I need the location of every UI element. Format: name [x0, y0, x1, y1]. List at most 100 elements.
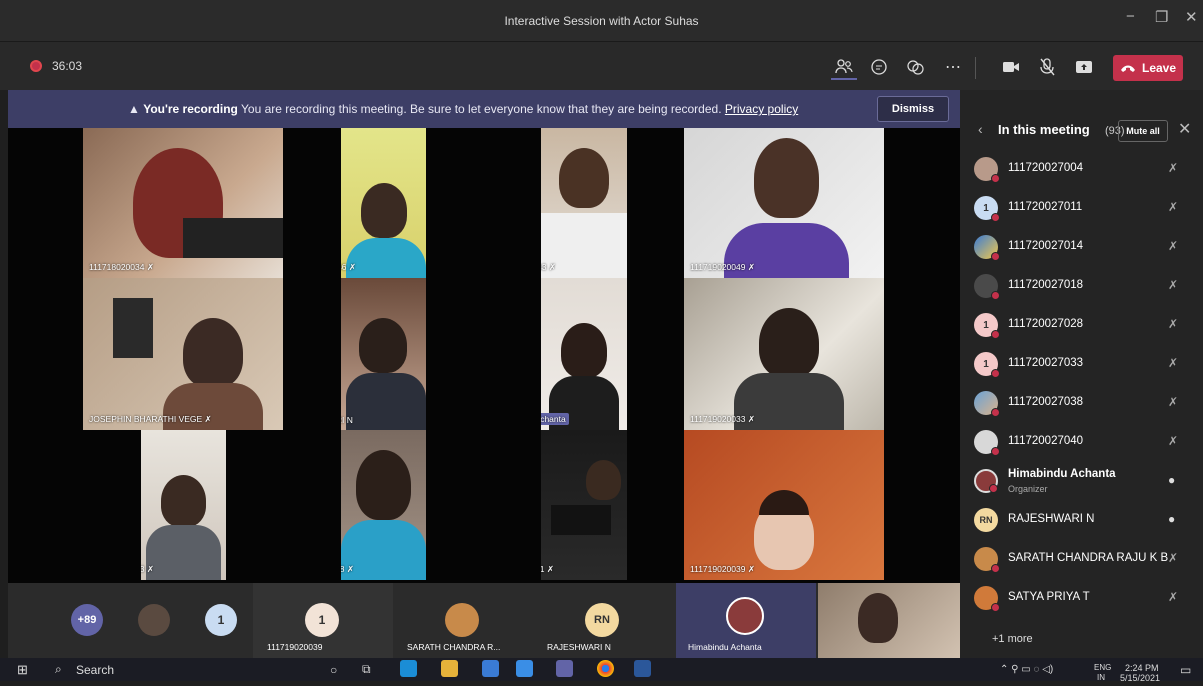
- video-tile[interactable]: 111720020038 ✗: [341, 430, 426, 580]
- overflow-count[interactable]: +89: [71, 604, 103, 636]
- video-tile[interactable]: 111719020021 ✗: [541, 430, 627, 580]
- tile-label: 111720020046 ✗: [341, 262, 356, 272]
- participant-name: 111720027018: [1008, 279, 1084, 291]
- participant-strip: +89 1 1 111719020039 SARATH CHANDRA R...…: [8, 583, 960, 658]
- avatar: [974, 391, 1000, 417]
- strip-label: RAJESHWARI N: [547, 642, 611, 652]
- participants-panel: ‹ In this meeting (93) Mute all ✕ 111720…: [960, 90, 1203, 658]
- participant-row[interactable]: 111720027038 ✗: [960, 385, 1203, 424]
- cortana-icon[interactable]: ○: [330, 661, 337, 678]
- mic-muted-icon: ✗: [1168, 317, 1179, 331]
- video-tile[interactable]: 111719020049 ✗: [684, 128, 884, 278]
- camera-icon[interactable]: [998, 54, 1024, 80]
- participant-row[interactable]: 1 111720027033 ✗: [960, 346, 1203, 385]
- video-tile[interactable]: 111719020039 ✗: [684, 430, 884, 580]
- chat-icon[interactable]: [866, 54, 892, 80]
- avatar: [974, 157, 1000, 183]
- notifications-icon[interactable]: ▭: [1180, 661, 1191, 678]
- participant-row[interactable]: 111720027040 ✗: [960, 424, 1203, 463]
- avatar: [974, 469, 998, 493]
- mail-icon[interactable]: [516, 660, 533, 677]
- participant-name: 111720027014: [1008, 240, 1084, 252]
- avatar[interactable]: 1: [205, 604, 237, 636]
- taskbar-search[interactable]: Search: [76, 661, 114, 678]
- tile-label: 111720020043 ✗: [541, 262, 556, 272]
- video-tile[interactable]: 111719020023 ✗: [141, 430, 226, 580]
- maximize-button[interactable]: ❐: [1155, 8, 1168, 26]
- mute-all-button[interactable]: Mute all: [1118, 120, 1168, 142]
- back-chevron-icon[interactable]: ‹: [978, 121, 983, 137]
- window-title: Interactive Session with Actor Suhas: [504, 14, 699, 28]
- participant-row[interactable]: 111720027014 ✗: [960, 229, 1203, 268]
- recording-text: You are recording this meeting. Be sure …: [241, 102, 722, 116]
- video-tile[interactable]: JOSEPHIN BHARATHI VEGE ✗: [83, 278, 283, 430]
- strip-tile[interactable]: SARATH CHANDRA R...: [393, 583, 533, 658]
- participant-row[interactable]: 1 111720027028 ✗: [960, 307, 1203, 346]
- strip-tile[interactable]: Himabindu Achanta: [676, 583, 816, 658]
- search-icon[interactable]: ⌕: [55, 661, 62, 678]
- teams-icon[interactable]: [556, 660, 573, 677]
- strip-label: Himabindu Achanta: [688, 642, 762, 652]
- strip-tile[interactable]: 1 111719020039: [253, 583, 393, 658]
- participant-row[interactable]: RN RAJESHWARI N ●: [960, 502, 1203, 541]
- participant-row[interactable]: SARATH CHANDRA RAJU K B ✗: [960, 541, 1203, 580]
- system-tray-icons[interactable]: ⌃ ⚲ ▭ ◌ ◁): [1000, 661, 1053, 678]
- meeting-timer: 36:03: [52, 59, 83, 73]
- minimize-button[interactable]: −: [1126, 8, 1135, 25]
- reactions-icon[interactable]: [902, 54, 928, 80]
- close-button[interactable]: ✕: [1185, 8, 1198, 26]
- video-tile[interactable]: Himabindu Achanta: [541, 278, 627, 430]
- windows-start-icon[interactable]: ⊞: [17, 661, 28, 678]
- hang-up-icon: [1120, 65, 1135, 72]
- store-icon[interactable]: [482, 660, 499, 677]
- video-tile[interactable]: 111720020043 ✗: [541, 128, 627, 278]
- close-panel-icon[interactable]: ✕: [1178, 119, 1191, 139]
- participant-row[interactable]: Himabindu Achanta Organizer ●: [960, 463, 1203, 502]
- tile-label: 111719020033 ✗: [690, 414, 755, 424]
- participants-icon[interactable]: [831, 54, 857, 80]
- participant-name: Himabindu Achanta: [1008, 468, 1116, 480]
- avatar[interactable]: [138, 604, 170, 636]
- tile-label: RAJESHWARI N: [341, 415, 353, 425]
- word-icon[interactable]: [634, 660, 651, 677]
- avatar: 1: [974, 352, 1000, 378]
- task-view-icon[interactable]: ⧉: [362, 661, 371, 678]
- video-grid: 111718020034 ✗ 111720020046 ✗ 1117200200…: [8, 128, 960, 583]
- video-tile[interactable]: 111720020046 ✗: [341, 128, 426, 278]
- avatar: RN: [585, 603, 619, 637]
- file-explorer-icon[interactable]: [441, 660, 458, 677]
- video-tile[interactable]: 111718020034 ✗: [83, 128, 283, 278]
- tile-label: Himabindu Achanta: [541, 413, 569, 425]
- toolbar-divider: [975, 57, 976, 79]
- participant-name: 111720027033: [1008, 357, 1084, 369]
- mic-muted-icon: ✗: [1168, 161, 1179, 175]
- edge-icon[interactable]: [400, 660, 417, 677]
- mic-icon: ●: [1168, 473, 1176, 487]
- mic-muted-icon: ✗: [1168, 434, 1179, 448]
- avatar: 1: [974, 313, 1000, 339]
- participant-name: RAJESHWARI N: [1008, 513, 1095, 525]
- dismiss-button[interactable]: Dismiss: [877, 96, 949, 122]
- video-tile[interactable]: 111719020033 ✗: [684, 278, 884, 430]
- avatar: [974, 235, 1000, 261]
- more-actions-icon[interactable]: ⋯: [940, 54, 966, 80]
- strip-tile[interactable]: RN RAJESHWARI N: [533, 583, 673, 658]
- leave-button[interactable]: Leave: [1113, 55, 1183, 81]
- privacy-policy-link[interactable]: Privacy policy: [725, 102, 798, 116]
- participant-name: 111720027038: [1008, 396, 1084, 408]
- strip-label: 111719020039: [267, 642, 323, 652]
- participant-row[interactable]: 111720027004 ✗: [960, 151, 1203, 190]
- self-preview[interactable]: [818, 583, 960, 658]
- share-screen-icon[interactable]: [1071, 54, 1097, 80]
- participant-name: SARATH CHANDRA RAJU K B: [1008, 552, 1169, 564]
- avatar: [726, 597, 764, 635]
- participant-name: 111720027011: [1008, 201, 1083, 213]
- chrome-icon[interactable]: [597, 660, 614, 677]
- avatar: [974, 586, 1000, 612]
- more-participants-link[interactable]: +1 more: [992, 633, 1033, 645]
- participant-row[interactable]: 1 111720027011 ✗: [960, 190, 1203, 229]
- mic-muted-icon[interactable]: [1034, 54, 1060, 80]
- participant-row[interactable]: 111720027018 ✗: [960, 268, 1203, 307]
- video-tile[interactable]: RAJESHWARI N: [341, 278, 426, 430]
- participant-row[interactable]: SATYA PRIYA T ✗: [960, 580, 1203, 619]
